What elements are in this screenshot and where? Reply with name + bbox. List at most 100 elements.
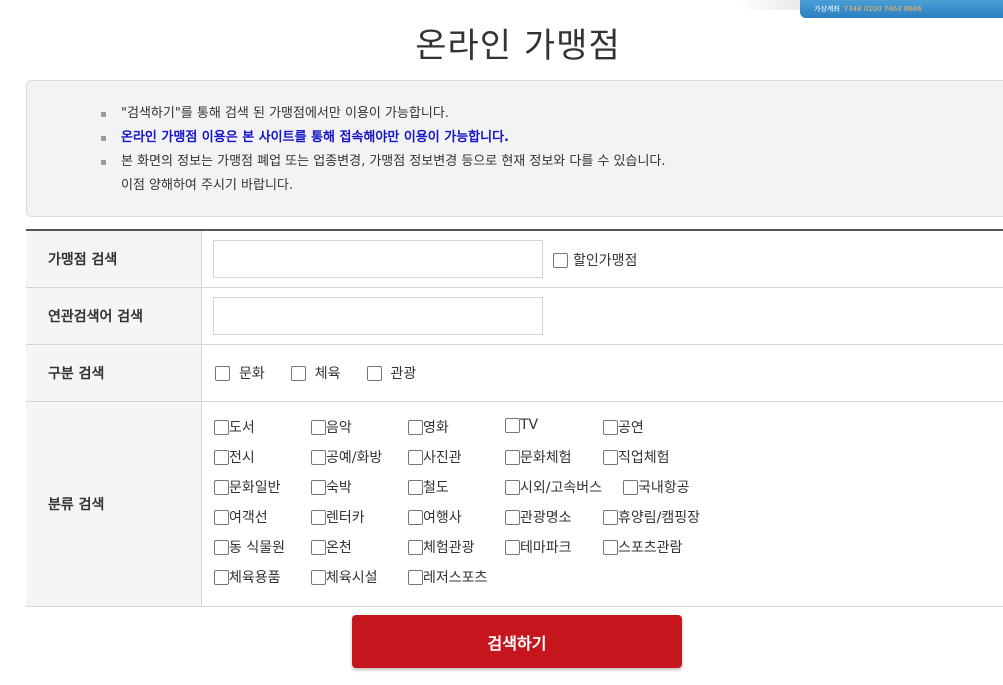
- classify-option-label[interactable]: TV: [520, 417, 538, 433]
- category-option-label[interactable]: 체육: [315, 363, 341, 383]
- classify-checkbox[interactable]: [214, 539, 229, 555]
- classify-option-label[interactable]: 문화체험: [520, 447, 572, 467]
- classify-option[interactable]: 문화일반: [214, 477, 281, 497]
- classify-checkbox[interactable]: [311, 539, 326, 555]
- discount-store-label[interactable]: 할인가맹점: [573, 250, 637, 270]
- classify-checkbox[interactable]: [505, 539, 520, 555]
- category-option-sports[interactable]: 체육: [290, 363, 341, 383]
- classify-option[interactable]: 시외/고속버스: [505, 477, 602, 497]
- classify-option[interactable]: 스포츠관람: [603, 537, 682, 557]
- bullet-icon: [101, 112, 106, 117]
- classify-checkbox[interactable]: [408, 479, 423, 495]
- classify-option-label[interactable]: 공예/화방: [326, 447, 382, 467]
- classify-option-label[interactable]: 레저스포츠: [423, 567, 487, 587]
- classify-option[interactable]: 숙박: [311, 477, 352, 497]
- classify-option[interactable]: 직업체험: [603, 447, 670, 467]
- classify-checkbox[interactable]: [603, 539, 618, 555]
- classify-checkbox[interactable]: [311, 449, 326, 465]
- classify-option[interactable]: 도서: [214, 417, 255, 437]
- classify-checkbox[interactable]: [603, 419, 618, 435]
- classify-option-label[interactable]: 도서: [229, 417, 255, 437]
- classify-checkbox[interactable]: [603, 509, 618, 525]
- classify-checkbox[interactable]: [408, 449, 423, 465]
- classify-checkbox[interactable]: [408, 569, 423, 585]
- classify-option[interactable]: 문화체험: [505, 447, 572, 467]
- category-option-label[interactable]: 관광: [391, 363, 417, 383]
- classify-option[interactable]: 체육시설: [311, 567, 378, 587]
- classify-checkbox[interactable]: [408, 419, 423, 435]
- classify-option[interactable]: 체육용품: [214, 567, 281, 587]
- classify-option[interactable]: 국내항공: [623, 477, 690, 497]
- category-option-tourism[interactable]: 관광: [366, 363, 417, 383]
- classify-option-label[interactable]: 영화: [423, 417, 449, 437]
- classify-checkbox[interactable]: [408, 509, 423, 525]
- classify-checkbox[interactable]: [214, 569, 229, 585]
- classify-checkbox[interactable]: [505, 509, 520, 525]
- classify-option-label[interactable]: 체육용품: [229, 567, 281, 587]
- classify-option[interactable]: 공연: [603, 417, 644, 437]
- category-checkbox[interactable]: [215, 365, 230, 381]
- classify-option[interactable]: 음악: [311, 417, 352, 437]
- classify-checkbox[interactable]: [505, 417, 520, 433]
- classify-option-label[interactable]: 온천: [326, 537, 352, 557]
- category-option-culture[interactable]: 문화: [215, 363, 265, 383]
- classify-checkbox[interactable]: [505, 479, 520, 495]
- store-search-input[interactable]: [213, 240, 543, 278]
- classify-option[interactable]: 휴양림/캠핑장: [603, 507, 700, 527]
- category-option-label[interactable]: 문화: [239, 363, 265, 383]
- search-button[interactable]: 검색하기: [352, 615, 682, 668]
- classify-checkbox[interactable]: [603, 449, 618, 465]
- classify-option[interactable]: 여객선: [214, 507, 268, 527]
- classify-checkbox[interactable]: [311, 419, 326, 435]
- classify-option-label[interactable]: 스포츠관람: [618, 537, 682, 557]
- classify-option[interactable]: 철도: [408, 477, 449, 497]
- classify-option-label[interactable]: 테마파크: [520, 537, 572, 557]
- classify-option[interactable]: TV: [505, 417, 538, 433]
- classify-option-label[interactable]: 직업체험: [618, 447, 670, 467]
- classify-checkbox[interactable]: [214, 449, 229, 465]
- classify-option[interactable]: 동 식물원: [214, 537, 285, 557]
- classify-option-label[interactable]: 휴양림/캠핑장: [618, 507, 700, 527]
- classify-option-label[interactable]: 철도: [423, 477, 449, 497]
- classify-option-label[interactable]: 체육시설: [326, 567, 378, 587]
- classify-option-label[interactable]: 여행사: [423, 507, 462, 527]
- keyword-search-input[interactable]: [213, 297, 543, 335]
- discount-store-option[interactable]: 할인가맹점: [553, 250, 637, 270]
- category-checkbox[interactable]: [290, 365, 306, 381]
- classify-checkbox[interactable]: [408, 539, 423, 555]
- classify-option-label[interactable]: 전시: [229, 447, 255, 467]
- classify-checkbox[interactable]: [214, 419, 229, 435]
- classify-option[interactable]: 온천: [311, 537, 352, 557]
- classify-option[interactable]: 관광명소: [505, 507, 572, 527]
- classify-option[interactable]: 테마파크: [505, 537, 572, 557]
- classify-option[interactable]: 렌터카: [311, 507, 365, 527]
- classify-checkbox[interactable]: [505, 449, 520, 465]
- classify-checkbox[interactable]: [311, 569, 326, 585]
- classify-checkbox[interactable]: [311, 479, 326, 495]
- classify-option-label[interactable]: 여객선: [229, 507, 268, 527]
- classify-option-label[interactable]: 관광명소: [520, 507, 572, 527]
- category-checkbox[interactable]: [366, 365, 382, 381]
- discount-store-checkbox[interactable]: [553, 252, 568, 268]
- classify-option-label[interactable]: 체험관광: [423, 537, 475, 557]
- classify-option-label[interactable]: 음악: [326, 417, 352, 437]
- classify-option-label[interactable]: 렌터카: [326, 507, 365, 527]
- classify-option[interactable]: 전시: [214, 447, 255, 467]
- classify-option-label[interactable]: 동 식물원: [229, 537, 285, 557]
- classify-checkbox[interactable]: [214, 509, 229, 525]
- classify-option-label[interactable]: 공연: [618, 417, 644, 437]
- classify-option-label[interactable]: 문화일반: [229, 477, 281, 497]
- classify-option[interactable]: 사진관: [408, 447, 462, 467]
- classify-option[interactable]: 레저스포츠: [408, 567, 487, 587]
- classify-checkbox[interactable]: [214, 479, 229, 495]
- classify-option-label[interactable]: 시외/고속버스: [520, 477, 602, 497]
- classify-option-label[interactable]: 국내항공: [638, 477, 690, 497]
- classify-option[interactable]: 여행사: [408, 507, 462, 527]
- classify-checkbox[interactable]: [623, 479, 638, 495]
- classify-option[interactable]: 영화: [408, 417, 449, 437]
- classify-checkbox[interactable]: [311, 509, 326, 525]
- classify-option[interactable]: 체험관광: [408, 537, 475, 557]
- classify-option[interactable]: 공예/화방: [311, 447, 382, 467]
- classify-option-label[interactable]: 사진관: [423, 447, 462, 467]
- classify-option-label[interactable]: 숙박: [326, 477, 352, 497]
